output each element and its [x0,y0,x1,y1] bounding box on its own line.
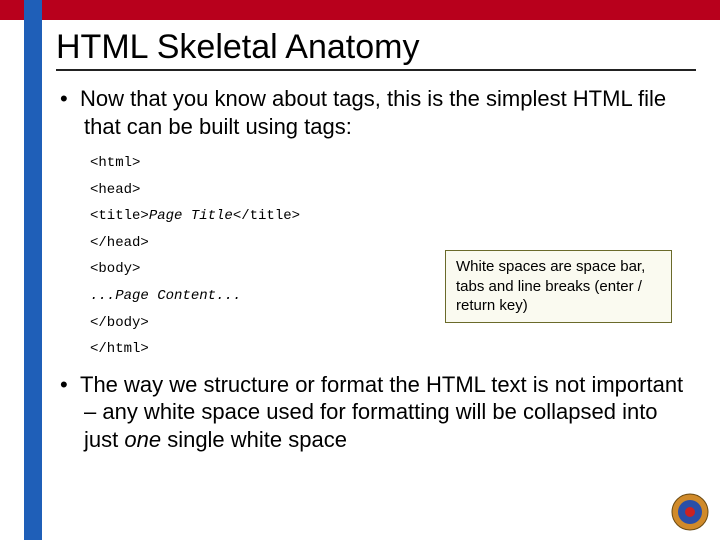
title-divider [56,69,696,71]
header-red-band [0,0,720,20]
bullet-2-text-c: single white space [161,427,347,452]
code-line: <head> [90,177,696,204]
code-tag: <title> [90,208,149,224]
slide-content: HTML Skeletal Anatomy •Now that you know… [56,24,696,453]
bullet-dot: • [60,371,80,399]
callout-text: White spaces are space bar, tabs and lin… [456,258,645,314]
code-tag: </title> [233,208,300,224]
page-title: HTML Skeletal Anatomy [56,28,696,67]
bullet-dot: • [60,85,80,113]
bullet-1-text: Now that you know about tags, this is th… [80,86,666,139]
side-blue-band [24,0,42,540]
code-line: </html> [90,336,696,363]
code-line: <html> [90,150,696,177]
seal-icon [670,492,710,532]
bullet-2-text-b: one [124,427,161,452]
bullet-1: •Now that you know about tags, this is t… [56,85,696,140]
code-line: <title>Page Title</title> [90,203,696,230]
bullet-2: •The way we structure or format the HTML… [56,371,696,454]
callout-box: White spaces are space bar, tabs and lin… [445,250,672,323]
code-italic: Page Title [149,208,233,224]
